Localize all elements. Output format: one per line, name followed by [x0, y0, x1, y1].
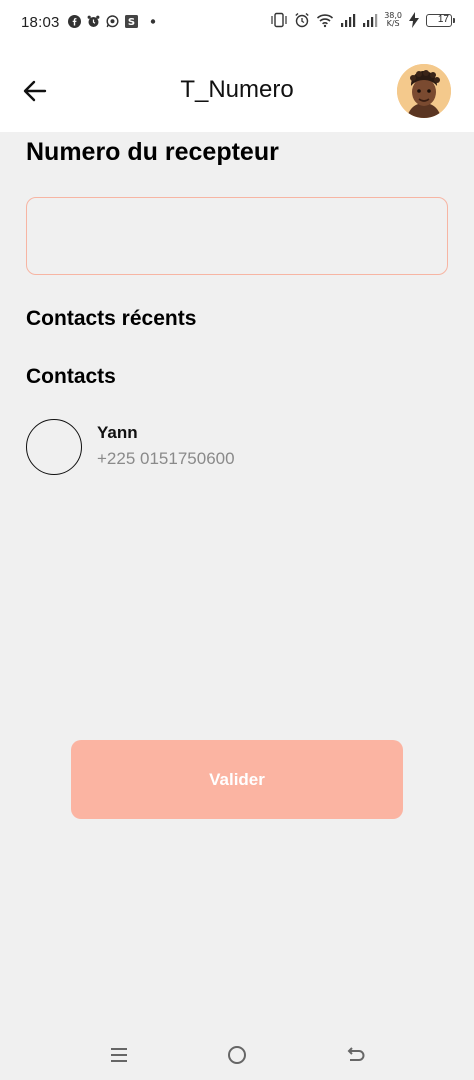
s-app-icon: S — [125, 15, 138, 28]
validate-button[interactable]: Valider — [71, 740, 403, 819]
receiver-heading: Numero du recepteur — [26, 138, 279, 166]
contact-phone: +225 0151750600 — [97, 449, 235, 468]
charging-icon — [409, 12, 419, 28]
battery-icon: 17 — [426, 13, 455, 27]
avatar[interactable] — [397, 64, 451, 118]
status-time: 18:03 — [21, 14, 60, 31]
signal-icon — [341, 14, 356, 27]
dot-icon — [150, 19, 156, 24]
battery-level: 17 — [437, 13, 449, 25]
menu-icon — [111, 1048, 127, 1062]
home-icon — [228, 1046, 246, 1064]
vibrate-icon — [271, 12, 287, 28]
alarm-clock-icon — [295, 12, 309, 28]
memoji-avatar-icon — [397, 64, 451, 118]
signal-icon-2 — [363, 14, 378, 27]
contacts-heading: Contacts — [26, 365, 116, 388]
whatsapp-icon — [106, 15, 119, 28]
system-status-icons: 38,0 K/S 17 — [270, 12, 455, 28]
contact-name: Yann — [97, 423, 138, 442]
recent-contacts-heading: Contacts récents — [26, 307, 197, 330]
receiver-number-input[interactable] — [26, 197, 448, 275]
svg-text:S: S — [128, 17, 135, 28]
contact-avatar — [26, 419, 82, 475]
status-bar: 18:03 S 38,0 K/S 17 — [0, 0, 474, 48]
facebook-icon — [68, 15, 81, 28]
home-button[interactable] — [224, 1042, 250, 1068]
back-icon — [347, 1047, 365, 1061]
alarm-icon — [87, 15, 100, 27]
network-speed: 38,0 K/S — [384, 12, 402, 28]
system-nav-bar — [0, 1030, 474, 1080]
network-speed-unit: K/S — [386, 19, 400, 28]
contact-item[interactable]: Yann +225 0151750600 — [26, 418, 448, 478]
recent-apps-button[interactable] — [106, 1042, 132, 1068]
app-bar: T_Numero — [0, 48, 474, 132]
wifi-icon — [317, 14, 334, 28]
nav-back-button[interactable] — [342, 1042, 368, 1068]
notification-icons: S — [68, 15, 158, 28]
